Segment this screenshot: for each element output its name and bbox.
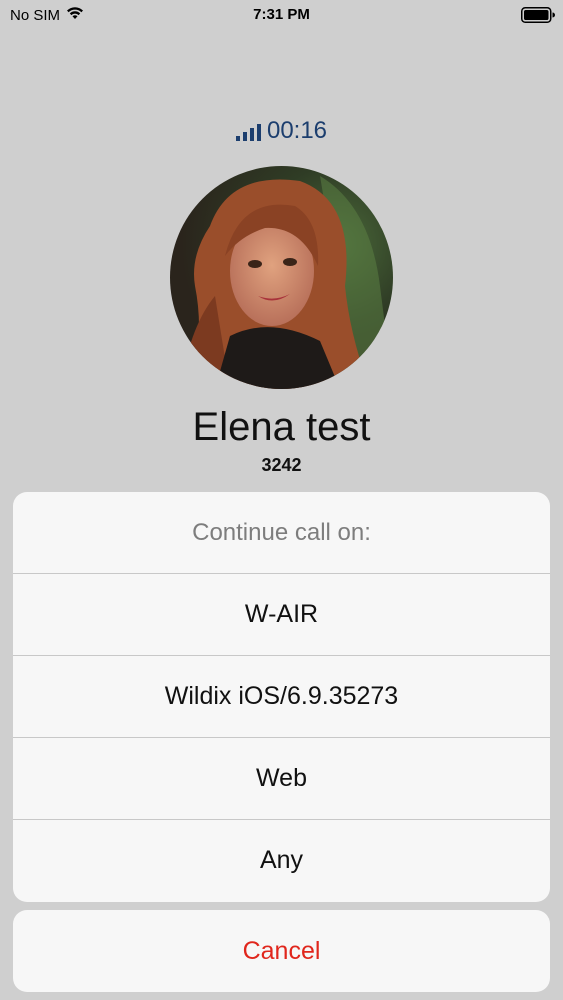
- status-bar: No SIM 7:31 PM: [0, 0, 563, 30]
- avatar: [170, 166, 393, 389]
- contact-name: Elena test: [192, 405, 371, 449]
- option-wildix-ios[interactable]: Wildix iOS/6.9.35273: [13, 656, 550, 738]
- signal-icon: [235, 123, 261, 141]
- option-any[interactable]: Any: [13, 820, 550, 901]
- call-timer: 00:16: [0, 117, 563, 145]
- continue-call-action-sheet: Continue call on: W-AIR Wildix iOS/6.9.3…: [13, 492, 550, 902]
- action-sheet-title: Continue call on:: [13, 492, 550, 574]
- call-duration: 00:16: [266, 117, 328, 144]
- contact-extension: 3242: [261, 455, 302, 475]
- status-time: 7:31 PM: [253, 6, 310, 23]
- battery-icon: [521, 7, 555, 23]
- option-web[interactable]: Web: [13, 738, 550, 820]
- cancel-button[interactable]: Cancel: [13, 910, 550, 992]
- option-w-air[interactable]: W-AIR: [13, 574, 550, 656]
